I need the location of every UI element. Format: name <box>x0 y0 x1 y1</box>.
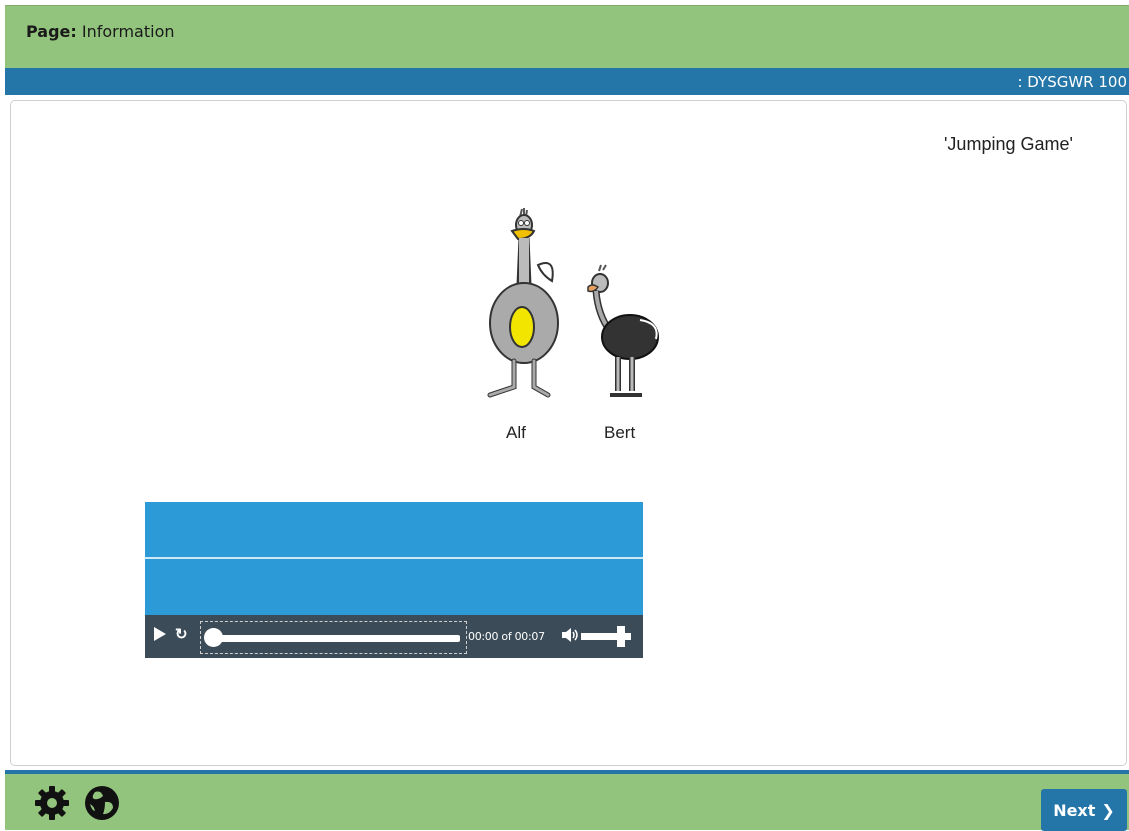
character-name-alf: Alf <box>506 423 526 442</box>
game-title: 'Jumping Game' <box>944 134 1073 154</box>
page-title: Page: Information <box>26 22 175 41</box>
play-icon[interactable] <box>154 627 166 641</box>
next-button[interactable]: Next ❯ <box>1041 789 1127 831</box>
characters-illustration: Alf Bert <box>470 205 670 450</box>
seek-knob[interactable] <box>204 628 223 647</box>
character-name-bert: Bert <box>604 423 636 442</box>
seek-track <box>205 635 460 642</box>
player-divider <box>145 557 643 559</box>
bert-ostrich-icon <box>587 264 659 397</box>
alf-ostrich-icon <box>487 208 559 398</box>
globe-icon[interactable] <box>83 784 121 822</box>
audio-player: ↻ 00:00 of 00:07 <box>145 502 643 658</box>
volume-knob[interactable] <box>617 626 625 647</box>
footer-bar: Next ❯ <box>5 770 1129 831</box>
ostrich-illustration <box>487 208 659 398</box>
gear-icon[interactable] <box>33 784 71 822</box>
chevron-right-icon: ❯ <box>1101 800 1115 820</box>
next-button-label: Next <box>1053 800 1096 820</box>
volume-icon[interactable] <box>561 627 579 648</box>
time-display: 00:00 of 00:07 <box>468 630 545 643</box>
course-code: : DYSGWR 100 <box>1017 73 1127 91</box>
page-prefix: Page: <box>26 22 77 41</box>
repeat-icon[interactable]: ↻ <box>175 625 188 643</box>
page-header: Page: Information <box>5 5 1129 69</box>
course-bar: : DYSGWR 100 <box>5 68 1129 95</box>
seek-bar[interactable] <box>200 621 467 654</box>
page-name: Information <box>81 22 175 41</box>
player-controls: ↻ 00:00 of 00:07 <box>145 615 643 658</box>
